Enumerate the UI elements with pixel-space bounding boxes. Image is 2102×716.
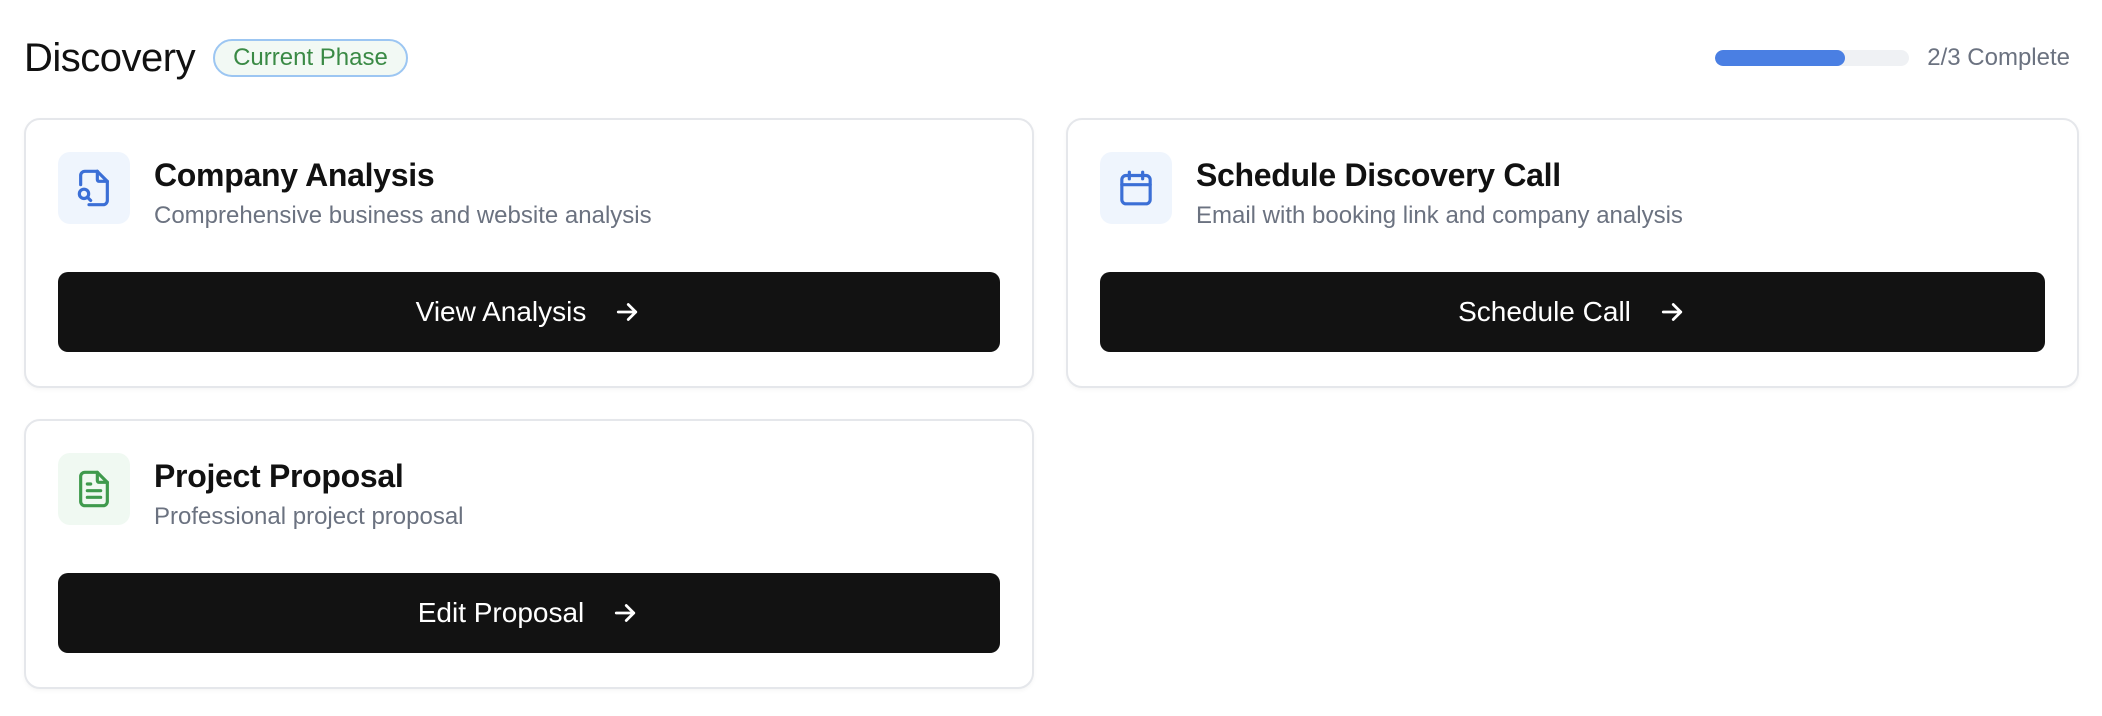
calendar-icon [1100, 152, 1172, 224]
current-phase-badge: Current Phase [213, 39, 408, 77]
card-text: Company Analysis Comprehensive business … [154, 152, 652, 230]
arrow-right-icon [612, 297, 642, 327]
card-text: Schedule Discovery Call Email with booki… [1196, 152, 1683, 230]
progress-bar [1715, 50, 1910, 66]
file-search-icon [58, 152, 130, 224]
phase-header: Discovery Current Phase 2/3 Complete [24, 32, 2070, 84]
progress-label: 2/3 Complete [1927, 44, 2070, 71]
card-header: Schedule Discovery Call Email with booki… [1100, 152, 2045, 230]
button-label: Schedule Call [1458, 296, 1631, 327]
card-text: Project Proposal Professional project pr… [154, 453, 464, 531]
button-label: Edit Proposal [417, 597, 585, 628]
card-description: Comprehensive business and website analy… [154, 202, 652, 230]
card-project-proposal: Project Proposal Professional project pr… [24, 419, 1034, 689]
phase-title: Discovery [24, 36, 196, 80]
edit-proposal-button[interactable]: Edit Proposal [58, 573, 1000, 653]
arrow-right-icon [1657, 297, 1687, 327]
card-title: Company Analysis [154, 157, 435, 193]
schedule-call-button[interactable]: Schedule Call [1100, 272, 2045, 352]
card-description: Professional project proposal [154, 503, 464, 531]
progress-bar-fill [1715, 50, 1845, 66]
card-title: Schedule Discovery Call [1196, 157, 1561, 193]
card-title: Project Proposal [154, 458, 404, 494]
button-label: View Analysis [415, 296, 587, 327]
discovery-phase-panel: Discovery Current Phase 2/3 Complete Com… [0, 0, 2102, 716]
card-schedule-discovery-call: Schedule Discovery Call Email with booki… [1066, 118, 2079, 388]
view-analysis-button[interactable]: View Analysis [58, 272, 1000, 352]
document-icon [58, 453, 130, 525]
card-header: Project Proposal Professional project pr… [58, 453, 1000, 531]
phase-progress: 2/3 Complete [1715, 46, 2070, 70]
card-company-analysis: Company Analysis Comprehensive business … [24, 118, 1034, 388]
arrow-right-icon [610, 598, 640, 628]
card-description: Email with booking link and company anal… [1196, 202, 1683, 230]
card-header: Company Analysis Comprehensive business … [58, 152, 1000, 230]
phase-header-left: Discovery Current Phase [24, 38, 408, 78]
